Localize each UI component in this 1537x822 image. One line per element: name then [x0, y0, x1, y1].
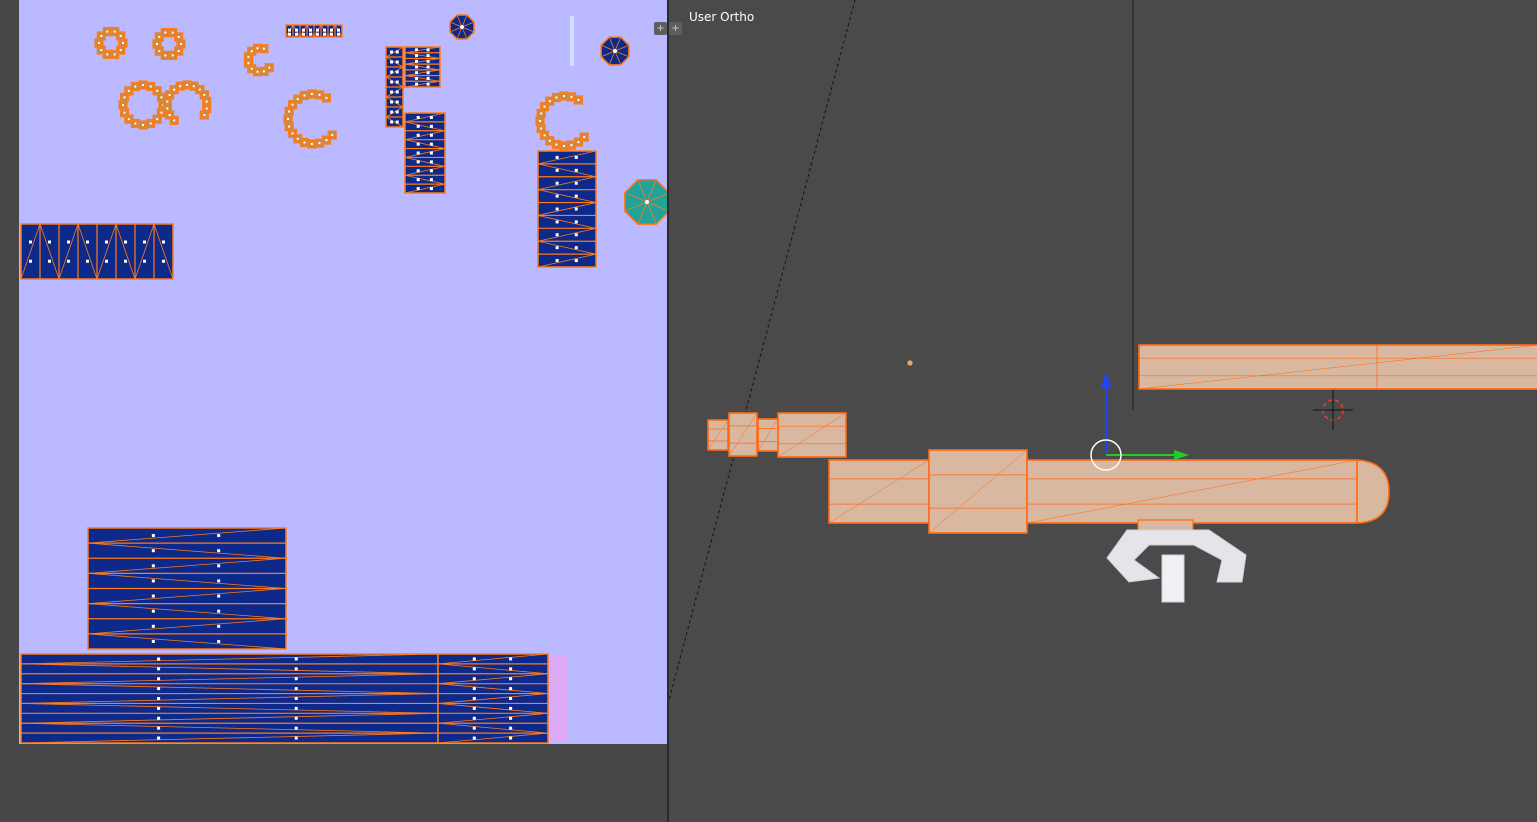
- uv-octagon-island: [624, 179, 668, 225]
- barrel-nose-mesh: [1356, 459, 1390, 524]
- uv-octagon-island: [449, 14, 475, 40]
- uv-ring-island: [283, 89, 337, 149]
- barrel-main-mesh: [1026, 459, 1358, 524]
- 3d-viewport[interactable]: User Ortho: [669, 0, 1537, 822]
- view-mode-label: User Ortho: [689, 10, 755, 24]
- add-area-icon[interactable]: +: [669, 22, 682, 35]
- connector-mesh-c: [757, 418, 779, 452]
- uv-island: [385, 46, 404, 128]
- connector-mesh-a: [707, 419, 729, 451]
- uv-ring-island: [94, 26, 128, 60]
- uv-image-editor[interactable]: [0, 0, 668, 822]
- uv-ring-island: [162, 80, 212, 125]
- uv-ring-island: [243, 43, 274, 77]
- light-object: [906, 359, 914, 367]
- split-handle-icon[interactable]: +: [654, 22, 667, 35]
- 3d-cursor-icon: [1313, 390, 1353, 430]
- uv-island: [537, 150, 597, 268]
- uv-island: [404, 112, 446, 194]
- uv-ring-island: [535, 91, 589, 151]
- uv-ring-island: [118, 80, 168, 130]
- uv-seam-strip: [549, 656, 567, 742]
- uv-islands-layer[interactable]: [19, 0, 668, 744]
- gizmo-z-arrow: [1101, 372, 1111, 387]
- uv-island: [20, 223, 174, 280]
- camera-frustum-line: [669, 0, 856, 701]
- uv-island: [437, 653, 549, 744]
- uv-texture-canvas[interactable]: [19, 0, 668, 744]
- uv-island: [20, 653, 439, 744]
- uv-island: [87, 527, 287, 650]
- viewport-scene[interactable]: [669, 0, 1537, 822]
- barrel-ring-mesh: [928, 449, 1028, 534]
- upper-tube-mesh: [1138, 344, 1537, 390]
- gizmo-y-arrow: [1174, 450, 1189, 460]
- uv-island: [285, 24, 343, 38]
- uv-stretch-mark: [570, 16, 574, 66]
- uv-ring-island: [152, 27, 186, 61]
- bracket-stem-mesh: [1161, 554, 1185, 603]
- uv-octagon-island: [600, 36, 630, 66]
- connector-mesh-d: [777, 412, 847, 458]
- connector-mesh-b: [728, 412, 758, 457]
- uv-island: [404, 46, 441, 88]
- barrel-rear-mesh: [828, 459, 930, 524]
